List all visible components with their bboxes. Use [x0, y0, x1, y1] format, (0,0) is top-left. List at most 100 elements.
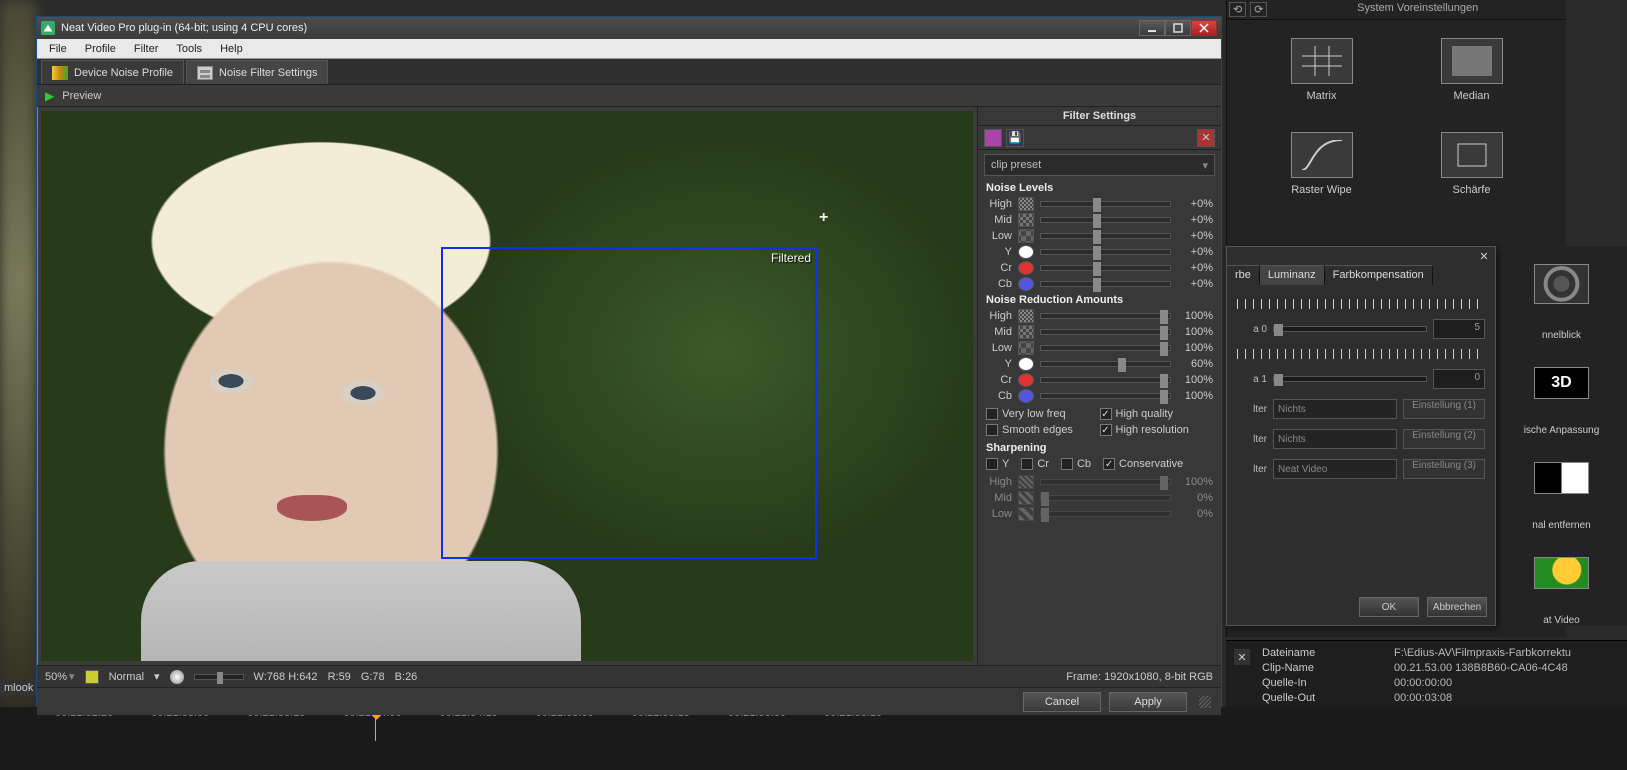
redo-icon[interactable]: ⟳ [1250, 2, 1267, 17]
resize-grip[interactable] [1199, 696, 1211, 708]
menu-help[interactable]: Help [212, 41, 251, 57]
crosshair-cursor: + [819, 209, 828, 227]
cancel-button[interactable]: Abbrechen [1427, 597, 1487, 617]
selection-rectangle[interactable]: Filtered [441, 247, 817, 559]
minimize-button[interactable] [1139, 20, 1165, 36]
checkbox-label: Conservative [1119, 458, 1183, 470]
effect-cell[interactable]: Raster Wipe [1252, 132, 1392, 196]
effect-thumb[interactable]: 3D [1534, 367, 1589, 399]
ok-button[interactable]: OK [1359, 597, 1419, 617]
playhead-marker[interactable] [375, 711, 376, 741]
filter-settings-button[interactable]: Einstellung (1) [1403, 399, 1485, 419]
brightness-slider[interactable] [194, 674, 244, 680]
tab-rbe[interactable]: rbe [1227, 265, 1260, 285]
neat-video-window: Neat Video Pro plug-in (64-bit; using 4 … [36, 16, 1222, 706]
checkbox-label: High quality [1116, 408, 1173, 420]
effects-header: ⟲ ⟳ System Voreinstellungen [1227, 0, 1566, 20]
preview-toolbar: ▶ Preview [37, 85, 1221, 107]
menu-profile[interactable]: Profile [77, 41, 124, 57]
slider[interactable] [1040, 479, 1171, 485]
sharpen-conservative-checkbox[interactable]: Conservative [1103, 458, 1183, 470]
slider[interactable] [1040, 313, 1171, 319]
effect-label: at Video [1543, 615, 1580, 626]
cancel-button[interactable]: Cancel [1023, 692, 1101, 712]
slider[interactable] [1040, 361, 1171, 367]
slider[interactable] [1040, 233, 1171, 239]
preview-viewport[interactable]: Filtered + [41, 111, 973, 661]
high-quality-checkbox[interactable]: High quality [1100, 408, 1214, 420]
zoom-control[interactable]: 50%▾ [45, 670, 75, 683]
slider[interactable] [1040, 495, 1171, 501]
filter-settings-button[interactable]: Einstellung (3) [1403, 459, 1485, 479]
slider[interactable] [1040, 281, 1171, 287]
info-row: Quelle-In00:00:00:00 [1262, 677, 1627, 692]
sharpen-cr-checkbox[interactable]: Cr [1021, 458, 1049, 470]
gamma0-value[interactable]: 5 [1433, 319, 1485, 339]
gamma1-slider[interactable] [1273, 376, 1427, 382]
titlebar[interactable]: Neat Video Pro plug-in (64-bit; using 4 … [37, 17, 1221, 39]
filter-combo[interactable]: Neat Video [1273, 459, 1397, 479]
slider-label: Cb [986, 278, 1012, 290]
tab-noise-filter-settings[interactable]: Noise Filter Settings [186, 60, 328, 84]
close-icon[interactable]: ✕ [1234, 649, 1250, 665]
undo-icon[interactable]: ⟲ [1229, 2, 1246, 17]
effect-thumb [1441, 38, 1503, 84]
close-button[interactable] [1191, 20, 1217, 36]
info-value: F:\Edius-AV\Filmpraxis-Farbkorrektu [1394, 647, 1571, 662]
tab-device-noise-profile[interactable]: Device Noise Profile [41, 60, 184, 84]
view-mode[interactable]: Normal [109, 671, 144, 683]
sharpen-cb-checkbox[interactable]: Cb [1061, 458, 1091, 470]
tab-luminanz[interactable]: Luminanz [1260, 265, 1325, 285]
slider[interactable] [1040, 265, 1171, 271]
apply-button[interactable]: Apply [1109, 692, 1187, 712]
slider[interactable] [1040, 345, 1171, 351]
slider-row: High+0% [978, 196, 1221, 212]
effect-cell[interactable]: Matrix [1252, 38, 1392, 102]
slider[interactable] [1040, 511, 1171, 517]
gamma0-slider[interactable] [1273, 326, 1427, 332]
mode-swatch[interactable] [85, 670, 99, 684]
menu-file[interactable]: File [41, 41, 75, 57]
slider[interactable] [1040, 249, 1171, 255]
slider[interactable] [1040, 393, 1171, 399]
close-icon[interactable]: ✕ [1477, 249, 1491, 263]
effect-cell[interactable]: Median [1402, 38, 1542, 102]
zoom-value: 50% [45, 671, 67, 683]
slider-value: +0% [1177, 246, 1213, 258]
preset-dropdown[interactable]: clip preset [984, 154, 1215, 176]
smooth-edges-checkbox[interactable]: Smooth edges [986, 424, 1100, 436]
filter-combo[interactable]: Nichts [1273, 399, 1397, 419]
timeline[interactable]: 00:21:52.2000:21:53.0000:21:53:1500:21:5… [0, 707, 1627, 770]
channel-swatch [1018, 341, 1034, 355]
preview-button[interactable]: Preview [62, 90, 101, 102]
maximize-button[interactable] [1165, 20, 1191, 36]
preset-delete-icon[interactable]: ✕ [1197, 129, 1215, 147]
sharpen-y-checkbox[interactable]: Y [986, 458, 1009, 470]
info-value: 00.21.53.00 138B8B60-CA06-4C48 [1394, 662, 1568, 677]
menu-tools[interactable]: Tools [168, 41, 210, 57]
gamma0-label: a 0 [1237, 324, 1267, 335]
filter-combo[interactable]: Nichts [1273, 429, 1397, 449]
very-low-freq-checkbox[interactable]: Very low freq [986, 408, 1100, 420]
tab-farbkompensation[interactable]: Farbkompensation [1325, 265, 1433, 285]
gamma1-value[interactable]: 0 [1433, 369, 1485, 389]
preset-open-icon[interactable] [984, 129, 1002, 147]
effect-cell[interactable]: Schärfe [1402, 132, 1542, 196]
play-icon[interactable]: ▶ [45, 89, 54, 103]
brightness-icon[interactable] [170, 670, 184, 684]
info-key: Clip-Name [1262, 662, 1394, 677]
slider-row: Y+0% [978, 244, 1221, 260]
preset-save-icon[interactable]: 💾 [1006, 129, 1024, 147]
slider[interactable] [1040, 201, 1171, 207]
filter-settings-button[interactable]: Einstellung (2) [1403, 429, 1485, 449]
slider[interactable] [1040, 329, 1171, 335]
effect-label: Raster Wipe [1291, 184, 1352, 196]
effect-thumb[interactable] [1534, 557, 1589, 589]
slider[interactable] [1040, 217, 1171, 223]
slider-value: +0% [1177, 198, 1213, 210]
menu-filter[interactable]: Filter [126, 41, 166, 57]
effect-thumb[interactable] [1534, 462, 1589, 494]
high-resolution-checkbox[interactable]: High resolution [1100, 424, 1214, 436]
slider[interactable] [1040, 377, 1171, 383]
effect-thumb[interactable] [1534, 264, 1589, 304]
